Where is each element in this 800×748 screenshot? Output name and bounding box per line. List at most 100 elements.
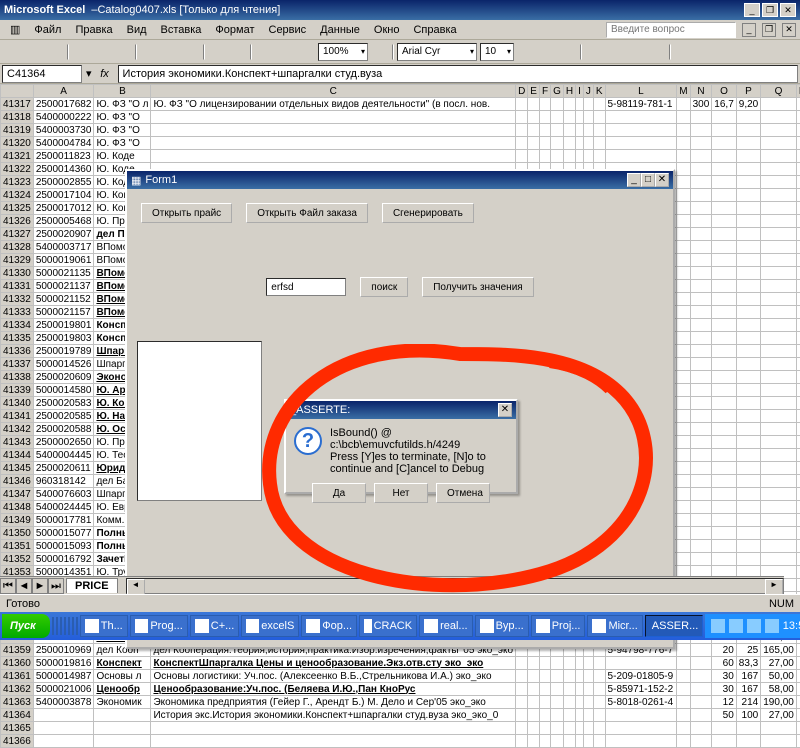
cell[interactable]: 27,00: [761, 657, 797, 670]
cell[interactable]: [690, 501, 712, 514]
cell[interactable]: [677, 124, 690, 137]
row-header[interactable]: 41360: [1, 657, 34, 670]
row-header[interactable]: 41321: [1, 150, 34, 163]
cell[interactable]: [796, 670, 800, 683]
cell[interactable]: 5400003717: [33, 241, 94, 254]
cell[interactable]: 5000021152: [33, 293, 94, 306]
cell[interactable]: 5000021135: [33, 267, 94, 280]
cell[interactable]: [516, 722, 528, 735]
col-header[interactable]: N: [690, 85, 712, 98]
cell[interactable]: [712, 176, 736, 189]
currency-icon[interactable]: [674, 43, 692, 61]
cell[interactable]: [712, 241, 736, 254]
taskbar-task[interactable]: ASSER...: [645, 615, 703, 637]
taskbar-task[interactable]: C+...: [190, 615, 240, 637]
cell[interactable]: [583, 124, 593, 137]
cell[interactable]: [593, 111, 605, 124]
cell[interactable]: [677, 241, 690, 254]
cell[interactable]: [796, 280, 800, 293]
cell[interactable]: [690, 527, 712, 540]
cell[interactable]: [736, 540, 760, 553]
cell[interactable]: [677, 436, 690, 449]
col-header[interactable]: L: [605, 85, 677, 98]
cell[interactable]: 5000015093: [33, 540, 94, 553]
cell[interactable]: [94, 709, 151, 722]
menu-help[interactable]: Справка: [407, 22, 462, 38]
tab-nav-last-icon[interactable]: ⏭: [48, 578, 64, 594]
cell[interactable]: [761, 267, 797, 280]
cell[interactable]: [761, 228, 797, 241]
cell[interactable]: [677, 332, 690, 345]
cell[interactable]: [761, 358, 797, 371]
cell[interactable]: 165,00: [761, 644, 797, 657]
cell[interactable]: 2500020907: [33, 228, 94, 241]
cell[interactable]: [583, 735, 593, 748]
row-header[interactable]: 41317: [1, 98, 34, 111]
cell[interactable]: [736, 358, 760, 371]
cell[interactable]: [576, 709, 584, 722]
cell[interactable]: [736, 228, 760, 241]
taskbar-task[interactable]: real...: [419, 615, 473, 637]
cell[interactable]: [583, 670, 593, 683]
row-header[interactable]: 41318: [1, 111, 34, 124]
percent-icon[interactable]: [695, 43, 713, 61]
row-header[interactable]: 41330: [1, 267, 34, 280]
tray-icon[interactable]: [765, 619, 779, 633]
cell[interactable]: [796, 709, 800, 722]
cell[interactable]: [796, 150, 800, 163]
cell[interactable]: 25: [736, 644, 760, 657]
cell[interactable]: [677, 111, 690, 124]
cell[interactable]: [551, 709, 564, 722]
row-header[interactable]: 41326: [1, 215, 34, 228]
row-header[interactable]: 41364: [1, 709, 34, 722]
cell[interactable]: [563, 137, 575, 150]
cell[interactable]: 2500020609: [33, 371, 94, 384]
cell[interactable]: [690, 644, 712, 657]
generate-button[interactable]: Сгенерировать: [382, 203, 474, 223]
cell[interactable]: 5-98119-781-1: [605, 98, 677, 111]
cell[interactable]: [677, 384, 690, 397]
print-icon[interactable]: [72, 43, 90, 61]
col-header[interactable]: M: [677, 85, 690, 98]
cell[interactable]: [712, 722, 736, 735]
paste-icon[interactable]: [182, 43, 200, 61]
cell[interactable]: [736, 111, 760, 124]
cell[interactable]: [516, 150, 528, 163]
cell[interactable]: 5400004445: [33, 449, 94, 462]
quicklaunch-icon[interactable]: [64, 617, 66, 635]
cell[interactable]: [761, 527, 797, 540]
cell[interactable]: Экономика предприятия (Гейер Г., Арендт …: [151, 696, 516, 709]
col-header[interactable]: C: [151, 85, 516, 98]
row-header[interactable]: 41339: [1, 384, 34, 397]
open-icon[interactable]: [25, 43, 43, 61]
cell[interactable]: 60: [712, 657, 736, 670]
form1-close-button[interactable]: ✕: [655, 173, 669, 187]
borders-icon[interactable]: [716, 43, 734, 61]
cell[interactable]: [677, 137, 690, 150]
fontcolor-icon[interactable]: [758, 43, 776, 61]
cell[interactable]: [677, 670, 690, 683]
cell[interactable]: [677, 319, 690, 332]
cell[interactable]: [563, 735, 575, 748]
cell[interactable]: [528, 111, 540, 124]
cell[interactable]: [690, 514, 712, 527]
cell[interactable]: [516, 670, 528, 683]
cell[interactable]: 2500019801: [33, 319, 94, 332]
cell[interactable]: [605, 709, 677, 722]
cell[interactable]: [712, 462, 736, 475]
cell[interactable]: [736, 384, 760, 397]
cell[interactable]: [761, 163, 797, 176]
taskbar-task[interactable]: Proj...: [531, 615, 586, 637]
row-header[interactable]: 41343: [1, 436, 34, 449]
cell[interactable]: [539, 150, 550, 163]
cell[interactable]: [677, 345, 690, 358]
assert-close-button[interactable]: ✕: [498, 403, 512, 417]
menu-edit[interactable]: Правка: [69, 22, 118, 38]
cell[interactable]: [690, 475, 712, 488]
cell[interactable]: [677, 202, 690, 215]
cell[interactable]: [690, 202, 712, 215]
font-combo[interactable]: Arial Cyr: [397, 43, 477, 61]
cell[interactable]: [583, 98, 593, 111]
cell[interactable]: [796, 410, 800, 423]
cell[interactable]: [736, 501, 760, 514]
